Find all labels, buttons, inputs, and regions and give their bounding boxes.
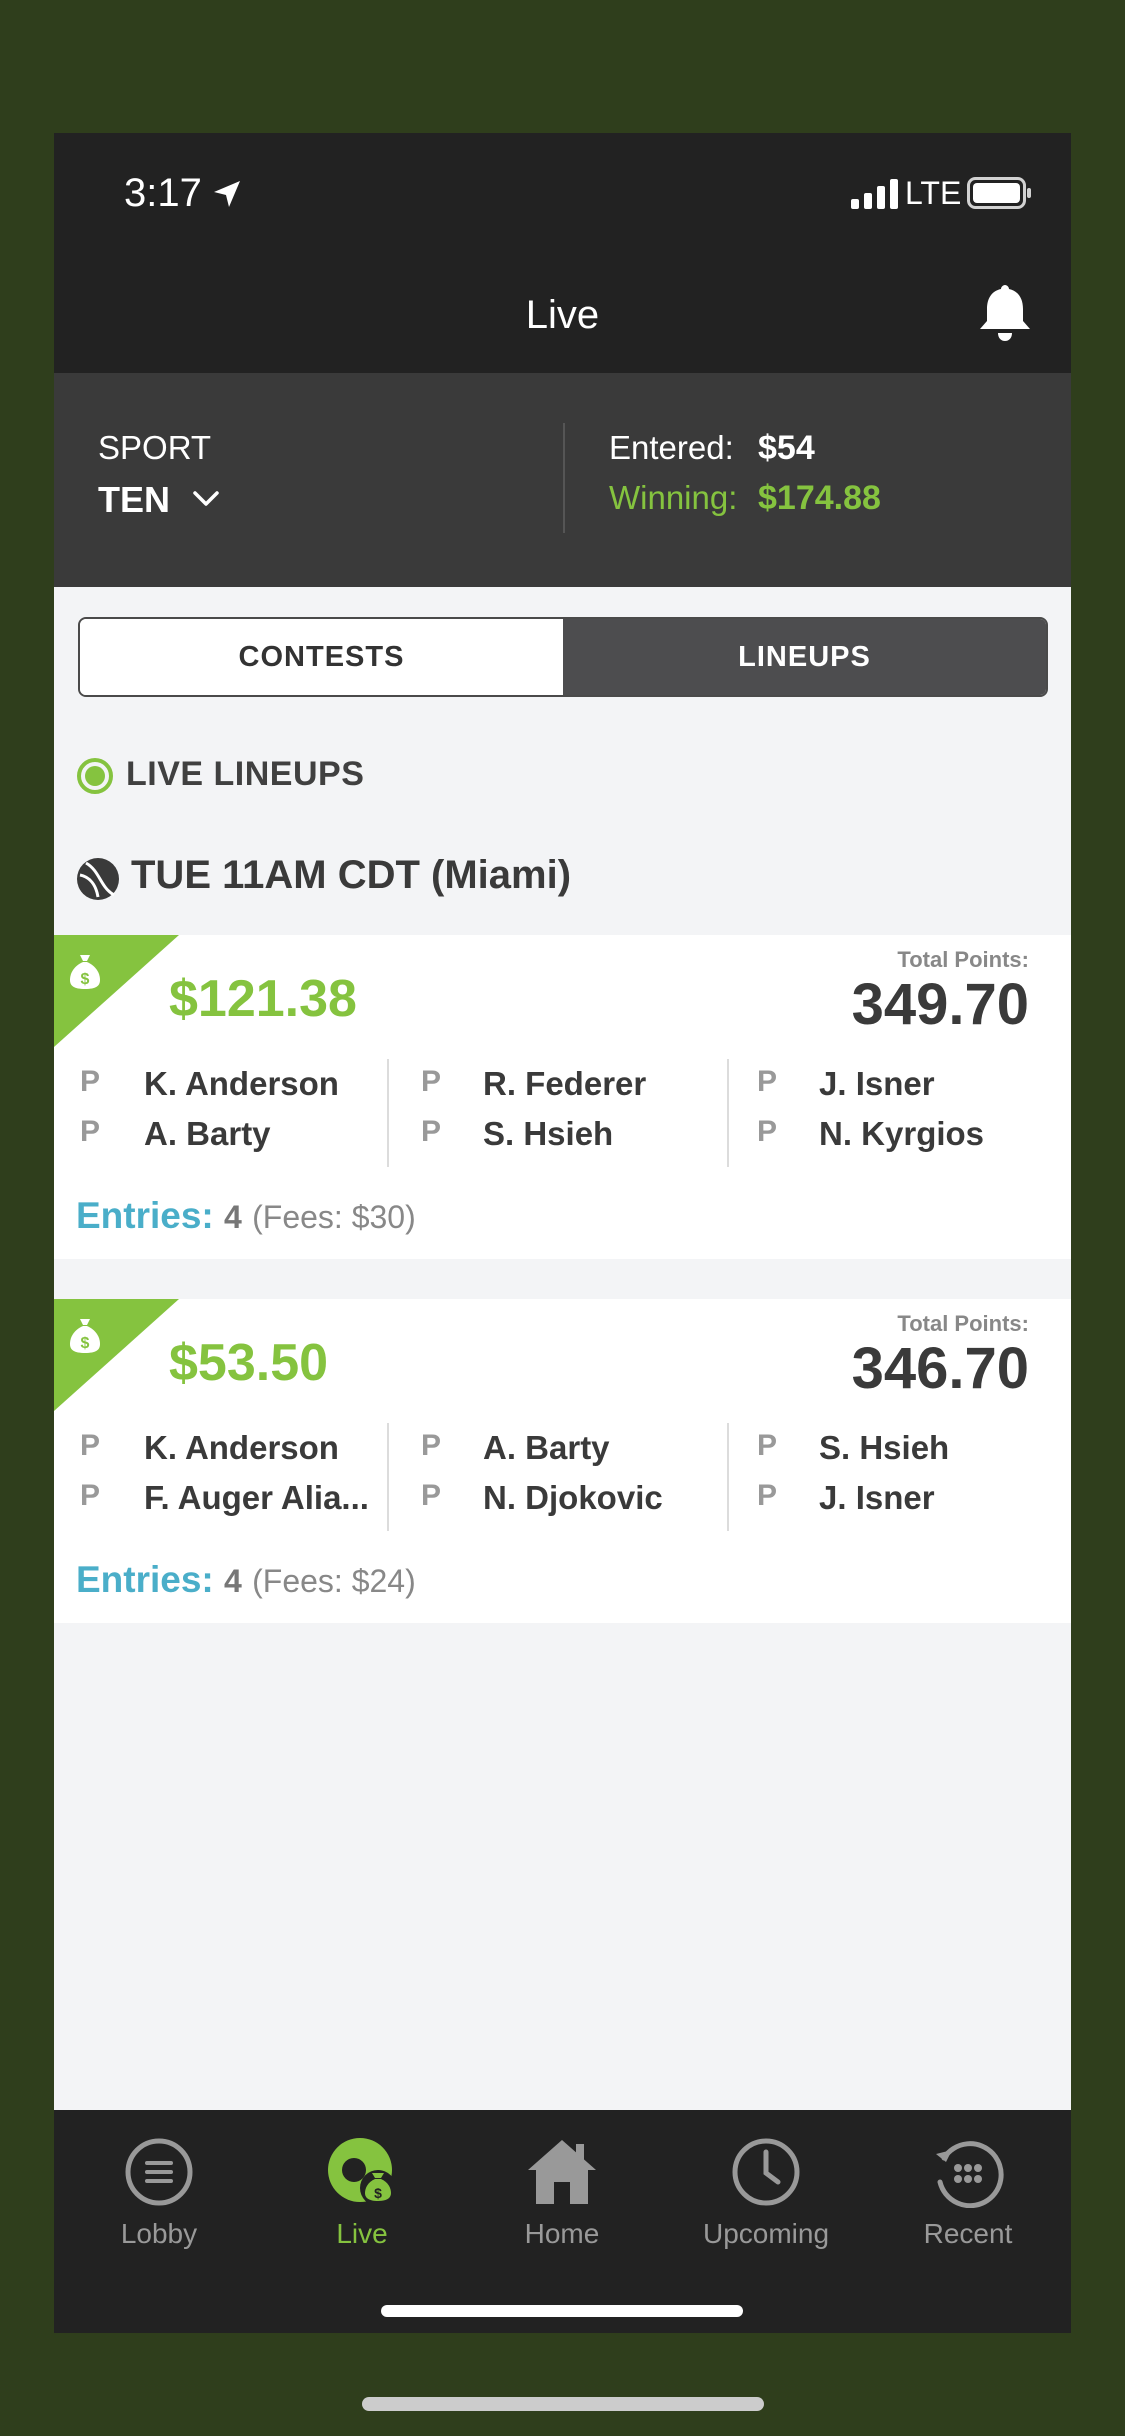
player-position: P [421,1115,442,1148]
outer-home-indicator [362,2397,764,2411]
sport-label: SPORT [98,429,212,466]
money-bag-icon: $ [70,1319,100,1353]
status-bar: 3:17 LTE [54,133,1071,253]
entries-fees: (Fees: $24) [252,1563,416,1599]
total-points-label: Total Points: [897,947,1029,972]
svg-text:$: $ [81,1335,90,1352]
player-position: P [757,1115,778,1148]
tab-label: Live [336,2218,388,2249]
winning-amount: $53.50 [169,1334,329,1392]
player-name: S. Hsieh [819,1429,950,1466]
player-position: P [80,1429,101,1462]
total-points-value: 346.70 [851,1336,1029,1401]
summary-divider [563,423,565,533]
location-arrow-icon [214,181,240,207]
home-icon [528,2140,596,2204]
player-grid: P K. Anderson P F. Auger Alia... P A. Ba… [54,1423,1071,1531]
tab-live[interactable]: $ Live [287,2136,437,2250]
player-column: P S. Hsieh P J. Isner [727,1423,1069,1531]
page-title: Live [525,293,600,337]
player-name: R. Federer [483,1065,647,1102]
svg-text:$: $ [81,971,90,988]
tab-upcoming[interactable]: Upcoming [691,2136,841,2250]
battery-icon [967,177,1031,209]
tab-label: Recent [923,2218,1013,2249]
network-type: LTE [905,175,962,211]
player-name: K. Anderson [144,1065,339,1102]
view-segmented-control: CONTESTS LINEUPS [78,617,1048,697]
player-column: P K. Anderson P A. Barty [54,1059,394,1167]
player-position: P [421,1429,442,1462]
player-name: F. Auger Alia... [144,1479,369,1516]
clock-icon [732,2138,800,2206]
lineup-card[interactable]: $ $121.38 Total Points: 349.70 P K. Ande… [54,935,1071,1259]
entries-label: Entries: [76,1559,214,1600]
entries-count: 4 [224,1563,242,1599]
player-position: P [757,1429,778,1462]
player-name: S. Hsieh [483,1115,614,1152]
nav-bar: Live [54,253,1071,373]
player-column: P K. Anderson P F. Auger Alia... [54,1423,394,1531]
player-column: P A. Barty P N. Djokovic [387,1423,729,1531]
signal-bars-icon [851,179,898,209]
chevron-down-icon[interactable] [192,489,220,509]
tab-home[interactable]: Home [487,2136,637,2250]
total-points-label: Total Points: [897,1311,1029,1336]
home-indicator [381,2305,743,2317]
winning-amount: $121.38 [169,970,357,1028]
history-icon [936,2141,1004,2208]
player-name: A. Barty [144,1115,271,1152]
account-summary: SPORT TEN Entered: $54 Winning: $174.88 [54,373,1071,587]
player-name: N. Djokovic [483,1479,663,1516]
entries-label: Entries: [76,1195,214,1236]
player-position: P [80,1065,101,1098]
player-column: P J. Isner P N. Kyrgios [727,1059,1069,1167]
sport-selector[interactable]: TEN [98,479,170,521]
winning-label: Winning: [609,479,738,516]
player-position: P [757,1065,778,1098]
app-screen: 3:17 LTE Live SPORT TEN Entered: $54 Win… [54,133,1071,2333]
money-bag-icon: $ [70,955,100,989]
player-column: P R. Federer P S. Hsieh [387,1059,729,1167]
tab-lineups[interactable]: LINEUPS [563,619,1046,695]
tennis-ball-icon [77,858,119,900]
player-name: K. Anderson [144,1429,339,1466]
player-position: P [80,1479,101,1512]
entries-summary: Entries: 4 (Fees: $24) [76,1559,416,1601]
lineup-card[interactable]: $ $53.50 Total Points: 346.70 P K. Ander… [54,1299,1071,1623]
entries-summary: Entries: 4 (Fees: $30) [76,1195,416,1237]
winning-corner-badge [54,1299,179,1411]
entered-value: $54 [758,429,815,467]
tab-recent[interactable]: Recent [893,2136,1043,2250]
tab-label: Upcoming [702,2218,830,2249]
bell-icon[interactable] [978,281,1032,343]
player-position: P [421,1065,442,1098]
total-points-value: 349.70 [851,972,1029,1037]
tab-contests[interactable]: CONTESTS [80,619,563,695]
bottom-tab-bar: Lobby $ Live Home Upcoming Recent [54,2110,1071,2333]
player-name: J. Isner [819,1065,935,1102]
live-lineups-title: LIVE LINEUPS [126,755,365,793]
player-position: P [757,1479,778,1512]
player-name: J. Isner [819,1479,935,1516]
player-name: A. Barty [483,1429,610,1466]
live-indicator-icon [77,758,113,794]
tab-label: Lobby [120,2218,198,2249]
player-grid: P K. Anderson P A. Barty P R. Federer P … [54,1059,1071,1167]
tab-label: Home [524,2218,600,2249]
entries-count: 4 [224,1199,242,1235]
menu-circle-icon [125,2138,193,2206]
player-name: N. Kyrgios [819,1115,985,1152]
svg-text:$: $ [374,2185,382,2201]
winning-corner-badge [54,935,179,1047]
entries-fees: (Fees: $30) [252,1199,416,1235]
live-money-icon: $ [328,2138,396,2206]
tab-lobby[interactable]: Lobby [84,2136,234,2250]
entered-label: Entered: [609,429,734,466]
status-time: 3:17 [124,171,202,215]
event-title: TUE 11AM CDT (Miami) [131,853,572,897]
player-position: P [80,1115,101,1148]
winning-value: $174.88 [758,479,881,517]
player-position: P [421,1479,442,1512]
